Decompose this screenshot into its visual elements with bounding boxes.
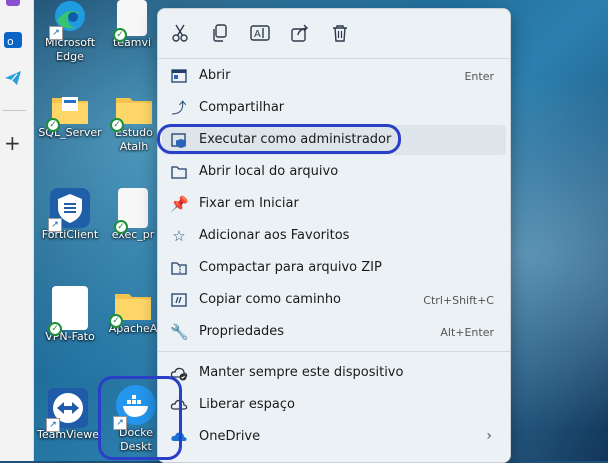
shortcut-arrow-icon: ↗ (49, 26, 63, 40)
desktop-icon-edge[interactable]: ↗ Microsoft Edge (34, 0, 106, 64)
menu-item-label: Fixar em Iniciar (199, 196, 299, 211)
menu-item-propriedades[interactable]: 🔧 Propriedades Alt+Enter (158, 316, 510, 348)
sync-check-icon: ✓ (114, 220, 128, 234)
share-button[interactable] (288, 21, 312, 45)
desktop-icon-sql-server[interactable]: ✓ SQL_Server (34, 92, 106, 140)
zip-icon (170, 259, 188, 277)
annotation-highlight-run-as-admin (157, 124, 401, 154)
folder-icon (170, 163, 188, 181)
folder-icon: ✓ (46, 92, 90, 132)
menu-item-label: Adicionar aos Favoritos (199, 228, 350, 243)
menu-item-abrir-local[interactable]: Abrir local do arquivo (158, 156, 510, 188)
copy-button[interactable] (208, 21, 232, 45)
left-app-strip: o + (0, 0, 34, 461)
shortcut-arrow-icon: ↗ (48, 218, 62, 232)
menu-item-label: Abrir (199, 68, 231, 83)
share-icon: ⤴ (171, 99, 187, 117)
svg-text:A: A (254, 29, 261, 40)
menu-item-compactar-zip[interactable]: Compactar para arquivo ZIP (158, 252, 510, 284)
pin-icon: 📌 (170, 195, 189, 213)
menu-item-shortcut: Alt+Enter (440, 326, 494, 339)
share-icon (291, 24, 308, 42)
cut-icon (172, 24, 188, 42)
annotation-highlight-docker-icon (98, 376, 182, 460)
folder-icon: ✓ (110, 92, 154, 132)
menu-item-label: Propriedades (199, 324, 285, 339)
open-icon (170, 67, 188, 85)
menu-separator (158, 58, 510, 59)
menu-separator (158, 351, 510, 352)
menu-item-abrir[interactable]: Abrir Enter (158, 60, 510, 92)
shortcut-arrow-icon: ↗ (46, 418, 60, 432)
sync-check-icon: ✓ (46, 118, 60, 132)
star-icon: ☆ (172, 227, 186, 245)
add-icon[interactable]: + (4, 133, 21, 153)
desktop-icon-exec-pr[interactable]: ✓ exec_pr (108, 188, 158, 242)
delete-button[interactable] (328, 21, 352, 45)
strip-divider (2, 110, 26, 111)
context-menu-toolbar: A (158, 9, 510, 57)
app-icon[interactable] (3, 0, 23, 12)
desktop-icon-label: Microsoft Edge (44, 36, 96, 63)
document-icon: ✓ (113, 0, 147, 42)
svg-text:o: o (7, 35, 14, 48)
menu-item-label: Copiar como caminho (199, 292, 342, 307)
copy-icon (213, 24, 227, 42)
menu-item-manter-dispositivo[interactable]: Manter sempre este dispositivo (158, 357, 510, 389)
outlook-icon[interactable]: o (3, 30, 23, 50)
menu-item-label: Manter sempre este dispositivo (199, 365, 404, 380)
edge-icon: ↗ (49, 0, 89, 40)
sync-check-icon: ✓ (113, 28, 127, 42)
desktop-icon-teamviewer[interactable]: ↗ TeamViewe (32, 388, 104, 442)
folder-icon: ✓ (109, 288, 153, 328)
desktop-icon-label: SQL_Server (38, 126, 102, 139)
desktop-icon-forticlient[interactable]: ↗ FortiClient (34, 188, 106, 242)
desktop-icon-label: TeamViewe (37, 428, 99, 441)
menu-item-label: Liberar espaço (199, 397, 295, 412)
menu-item-label: Abrir local do arquivo (199, 164, 339, 179)
menu-item-compartilhar[interactable]: ⤴ Compartilhar (158, 92, 510, 124)
desktop-icon-label: VPN-Fato (45, 330, 95, 343)
menu-item-label: Compactar para arquivo ZIP (199, 260, 382, 275)
desktop-icon-teamviewer-file[interactable]: ✓ teamvi (106, 0, 158, 50)
wrench-icon: 🔧 (170, 323, 189, 341)
desktop-icon-apache[interactable]: ✓ ApacheA (108, 288, 158, 336)
delete-icon (333, 25, 347, 42)
menu-item-fixar-iniciar[interactable]: 📌 Fixar em Iniciar (158, 188, 510, 220)
chevron-right-icon: › (486, 428, 492, 444)
rename-icon: A (250, 25, 270, 41)
sync-check-icon: ✓ (110, 118, 124, 132)
menu-item-shortcut: Enter (464, 70, 494, 83)
menu-item-label: Compartilhar (199, 100, 285, 115)
menu-item-shortcut: Ctrl+Shift+C (423, 294, 494, 307)
document-icon: ✓ (48, 286, 88, 336)
menu-item-label: OneDrive (199, 429, 261, 444)
cut-button[interactable] (168, 21, 192, 45)
teamviewer-icon: ↗ (46, 388, 88, 432)
desktop-icon-estudo[interactable]: ✓ Estudo Atalh (110, 92, 158, 154)
desktop-icon-vpn-fato[interactable]: ✓ VPN-Fato (34, 286, 106, 344)
context-menu: A Abrir Enter ⤴ Compartilhar Executar co… (157, 8, 511, 463)
menu-item-liberar-espaco[interactable]: Liberar espaço (158, 389, 510, 421)
sync-check-icon: ✓ (48, 322, 62, 336)
menu-item-copiar-caminho[interactable]: Copiar como caminho Ctrl+Shift+C (158, 284, 510, 316)
menu-item-onedrive[interactable]: OneDrive › (158, 421, 510, 453)
desktop-icon-label: FortiClient (41, 228, 99, 241)
telegram-icon[interactable] (3, 68, 23, 88)
menu-item-favoritos[interactable]: ☆ Adicionar aos Favoritos (158, 220, 510, 252)
rename-button[interactable]: A (248, 21, 272, 45)
sync-check-icon: ✓ (109, 314, 123, 328)
forticlient-icon: ↗ (48, 188, 90, 232)
path-icon (170, 291, 188, 309)
document-icon: ✓ (114, 188, 148, 234)
